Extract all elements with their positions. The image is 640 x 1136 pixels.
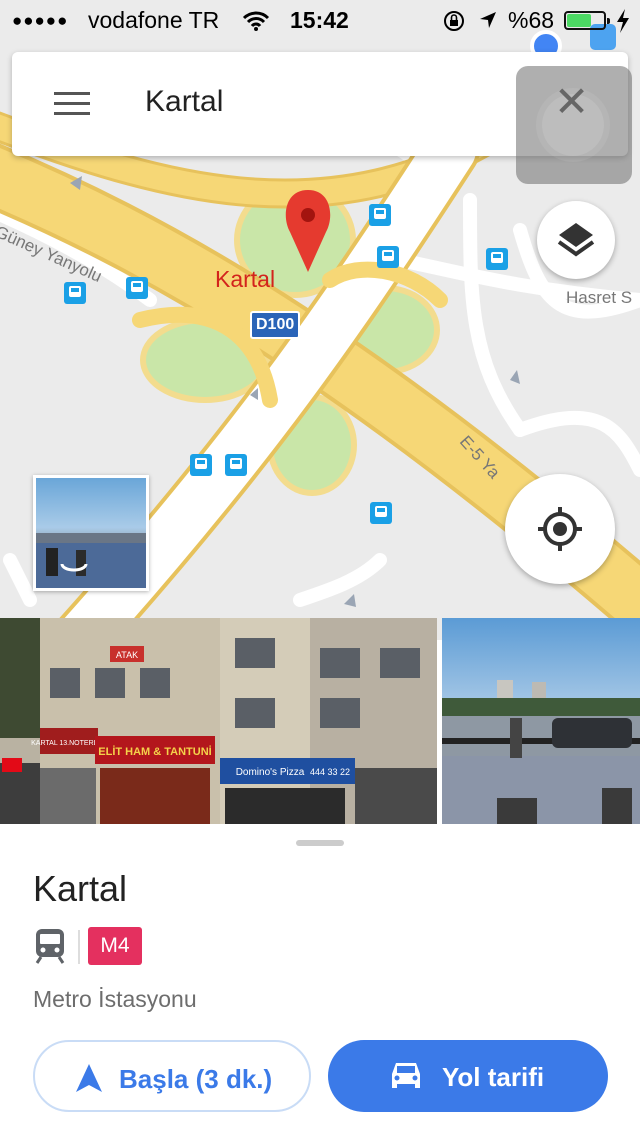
divider (78, 930, 80, 964)
hamburger-menu-icon[interactable] (54, 92, 90, 116)
carrier-name: vodafone TR (88, 7, 220, 33)
my-location-button[interactable] (505, 474, 615, 584)
map-place-label[interactable]: Kartal (215, 266, 275, 293)
street-view-thumbnail[interactable] (33, 475, 149, 591)
drag-handle[interactable] (296, 840, 344, 846)
sign-dominos: Domino's Pizza (236, 767, 305, 778)
place-sheet[interactable]: Kartal M4 Metro İstasyonu Başla (3 dk.) … (0, 824, 640, 1136)
search-input[interactable]: Kartal (145, 85, 223, 119)
start-navigation-label: Başla (3 dk.) (119, 1064, 273, 1094)
place-photo-street[interactable] (442, 618, 640, 824)
metro-line-badge: M4 (88, 927, 142, 965)
photo-strip[interactable]: ATAK KARTAL 13.NOTERLİĞİ ELİT HAM & TANT… (0, 618, 640, 824)
sign-atak: ATAK (116, 650, 138, 660)
road-label-hasret: Hasret S (566, 288, 633, 307)
layers-icon (557, 223, 595, 257)
place-photo-storefront[interactable]: ATAK KARTAL 13.NOTERLİĞİ ELİT HAM & TANT… (0, 618, 437, 824)
charging-bolt-icon (617, 9, 629, 33)
close-icon: ✕ (554, 78, 590, 125)
wifi-icon (242, 11, 270, 31)
navigation-arrow-icon (76, 1064, 102, 1092)
place-category: Metro İstasyonu (33, 986, 197, 1012)
sign-phone: 444 33 22 (310, 767, 350, 777)
directions-label: Yol tarifi (442, 1062, 545, 1092)
location-arrow-icon (480, 12, 496, 28)
crosshair-icon (538, 507, 582, 551)
signal-strength: ●●●●● (12, 11, 69, 30)
start-navigation-button[interactable]: Başla (3 dk.) (33, 1040, 311, 1112)
place-title: Kartal (33, 868, 128, 909)
layers-button[interactable] (537, 201, 615, 279)
rotation-lock-icon (444, 11, 464, 31)
battery-percent: %68 (508, 7, 555, 33)
clock: 15:42 (290, 7, 349, 33)
battery-icon (564, 11, 610, 30)
clear-search-button[interactable]: ✕ (516, 66, 632, 184)
highway-shield: D100 (250, 311, 301, 339)
train-icon (35, 929, 65, 964)
status-bar: ●●●●● vodafone TR 15:42 %68 (0, 0, 640, 40)
sign-elit: ELİT HAM & TANTUNİ (98, 745, 211, 758)
directions-button[interactable]: Yol tarifi (328, 1040, 608, 1112)
car-icon (392, 1063, 420, 1088)
